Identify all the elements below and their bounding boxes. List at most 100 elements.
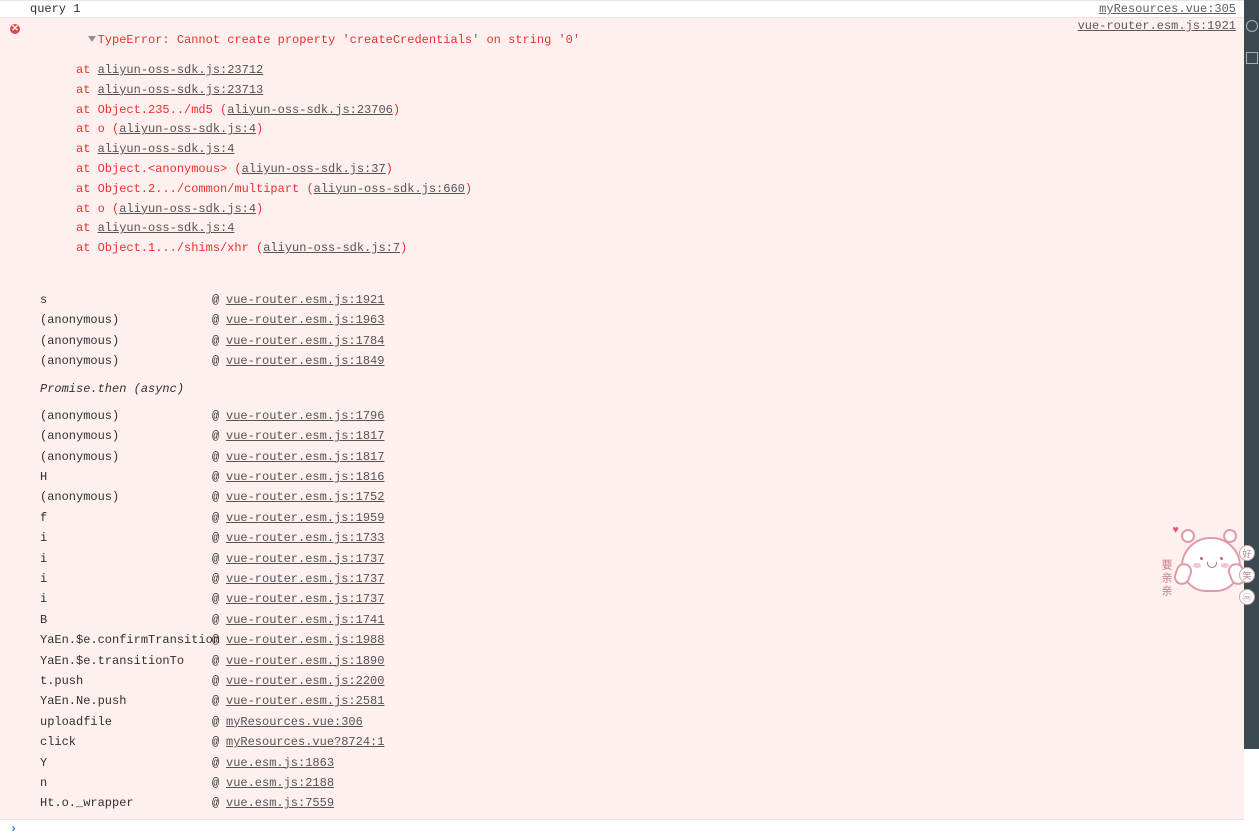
call-frame: Ht.o._wrapper@vue.esm.js:7559 [40, 793, 1244, 813]
source-link[interactable]: vue-router.esm.js:1741 [226, 613, 384, 627]
call-frame: click@myResources.vue?8724:1 [40, 732, 1244, 752]
call-frame: n@vue.esm.js:2188 [40, 773, 1244, 793]
log-entry-query: query 1 myResources.vue:305 [0, 0, 1244, 17]
source-link[interactable]: vue-router.esm.js:1817 [226, 450, 384, 464]
rail-icon[interactable] [1246, 52, 1258, 64]
source-link[interactable]: myResources.vue?8724:1 [226, 735, 384, 749]
call-frame: f@vue-router.esm.js:1959 [40, 508, 1244, 528]
source-link[interactable]: aliyun-oss-sdk.js:4 [98, 221, 235, 235]
source-link[interactable]: vue-router.esm.js:1921 [1078, 19, 1236, 33]
call-function: i [40, 549, 212, 569]
call-function: f [40, 508, 212, 528]
source-link[interactable]: vue-router.esm.js:1733 [226, 531, 384, 545]
call-function: click [40, 732, 212, 752]
source-link[interactable]: aliyun-oss-sdk.js:37 [242, 162, 386, 176]
call-function: (anonymous) [40, 426, 212, 446]
source-link[interactable]: vue-router.esm.js:2581 [226, 694, 384, 708]
call-frame: B@vue-router.esm.js:1741 [40, 610, 1244, 630]
prompt-caret-icon: › [10, 822, 17, 836]
call-frame: (anonymous)@vue-router.esm.js:1796 [40, 406, 1244, 426]
source-link[interactable]: vue-router.esm.js:1959 [226, 511, 384, 525]
log-entry-error: ✕ TypeError: Cannot create property 'cre… [0, 17, 1244, 819]
call-frame: YaEn.$e.confirmTransition@vue-router.esm… [40, 630, 1244, 650]
source-link[interactable]: aliyun-oss-sdk.js:4 [119, 122, 256, 136]
console-panel: query 1 myResources.vue:305 ✕ TypeError:… [0, 0, 1244, 749]
source-link[interactable]: vue-router.esm.js:1784 [226, 334, 384, 348]
call-function: (anonymous) [40, 331, 212, 351]
gutter [0, 2, 24, 3]
call-frame: (anonymous)@vue-router.esm.js:1817 [40, 426, 1244, 446]
source-link[interactable]: vue-router.esm.js:2200 [226, 674, 384, 688]
source-link[interactable]: vue-router.esm.js:1737 [226, 592, 384, 606]
source-link[interactable]: aliyun-oss-sdk.js:23712 [98, 63, 264, 77]
call-function: (anonymous) [40, 447, 212, 467]
source-link[interactable]: vue-router.esm.js:1921 [226, 293, 384, 307]
error-message: TypeError: Cannot create property 'creat… [98, 33, 580, 47]
call-frame: s@vue-router.esm.js:1921 [40, 290, 1244, 310]
source-link[interactable]: myResources.vue:305 [1099, 2, 1236, 16]
source-link[interactable]: vue.esm.js:7559 [226, 796, 334, 810]
call-function: YaEn.$e.transitionTo [40, 651, 212, 671]
error-icon: ✕ [10, 24, 20, 34]
call-function: i [40, 528, 212, 548]
expand-caret-icon[interactable] [88, 36, 96, 42]
call-function: YaEn.Ne.push [40, 691, 212, 711]
call-function: Y [40, 753, 212, 773]
source-link[interactable]: myResources.vue:306 [226, 715, 363, 729]
call-frame: i@vue-router.esm.js:1737 [40, 569, 1244, 589]
call-stack: (anonymous)@vue-router.esm.js:1796(anony… [0, 403, 1244, 818]
stack-frame: at aliyun-oss-sdk.js:23713 [76, 81, 1078, 101]
stack-trace: at aliyun-oss-sdk.js:23712at aliyun-oss-… [30, 61, 1078, 259]
call-function: uploadfile [40, 712, 212, 732]
call-function: H [40, 467, 212, 487]
console-prompt[interactable]: › [0, 819, 1244, 836]
source-link[interactable]: vue.esm.js:1863 [226, 756, 334, 770]
stack-frame: at aliyun-oss-sdk.js:23712 [76, 61, 1078, 81]
call-function: (anonymous) [40, 487, 212, 507]
call-frame: YaEn.$e.transitionTo@vue-router.esm.js:1… [40, 651, 1244, 671]
source-link[interactable]: vue.esm.js:2188 [226, 776, 334, 790]
call-frame: i@vue-router.esm.js:1737 [40, 549, 1244, 569]
source-link[interactable]: aliyun-oss-sdk.js:7 [263, 241, 400, 255]
call-function: s [40, 290, 212, 310]
call-function: (anonymous) [40, 406, 212, 426]
stack-frame: at Object.235../md5 (aliyun-oss-sdk.js:2… [76, 101, 1078, 121]
call-frame: H@vue-router.esm.js:1816 [40, 467, 1244, 487]
call-function: t.push [40, 671, 212, 691]
source-link[interactable]: aliyun-oss-sdk.js:4 [119, 202, 256, 216]
call-function: (anonymous) [40, 310, 212, 330]
stack-frame: at Object.2.../common/multipart (aliyun-… [76, 180, 1078, 200]
call-frame: (anonymous)@vue-router.esm.js:1817 [40, 447, 1244, 467]
stack-frame: at o (aliyun-oss-sdk.js:4) [76, 120, 1078, 140]
stack-frame: at Object.1.../shims/xhr (aliyun-oss-sdk… [76, 239, 1078, 259]
call-frame: t.push@vue-router.esm.js:2200 [40, 671, 1244, 691]
call-frame: (anonymous)@vue-router.esm.js:1784 [40, 331, 1244, 351]
call-function: i [40, 569, 212, 589]
call-function: n [40, 773, 212, 793]
rail-icon[interactable] [1246, 20, 1258, 32]
call-function: i [40, 589, 212, 609]
call-function: Ht.o._wrapper [40, 793, 212, 813]
source-link[interactable]: vue-router.esm.js:1890 [226, 654, 384, 668]
source-link[interactable]: vue-router.esm.js:1963 [226, 313, 384, 327]
source-link[interactable]: aliyun-oss-sdk.js:4 [98, 142, 235, 156]
call-function: B [40, 610, 212, 630]
source-link[interactable]: vue-router.esm.js:1849 [226, 354, 384, 368]
source-link[interactable]: vue-router.esm.js:1988 [226, 633, 384, 647]
source-link[interactable]: aliyun-oss-sdk.js:23713 [98, 83, 264, 97]
source-link[interactable]: aliyun-oss-sdk.js:23706 [227, 103, 393, 117]
source-link[interactable]: aliyun-oss-sdk.js:660 [314, 182, 465, 196]
source-link[interactable]: vue-router.esm.js:1796 [226, 409, 384, 423]
call-frame: YaEn.Ne.push@vue-router.esm.js:2581 [40, 691, 1244, 711]
source-link[interactable]: vue-router.esm.js:1737 [226, 572, 384, 586]
devtools-rail [1244, 0, 1259, 749]
source-link[interactable]: vue-router.esm.js:1817 [226, 429, 384, 443]
source-link[interactable]: vue-router.esm.js:1752 [226, 490, 384, 504]
source-link[interactable]: vue-router.esm.js:1737 [226, 552, 384, 566]
stack-frame: at Object.<anonymous> (aliyun-oss-sdk.js… [76, 160, 1078, 180]
call-frame: i@vue-router.esm.js:1733 [40, 528, 1244, 548]
async-divider: Promise.then (async) [40, 379, 212, 399]
source-link[interactable]: vue-router.esm.js:1816 [226, 470, 384, 484]
call-frame: (anonymous)@vue-router.esm.js:1849 [40, 351, 1244, 371]
call-function: YaEn.$e.confirmTransition [40, 630, 212, 650]
